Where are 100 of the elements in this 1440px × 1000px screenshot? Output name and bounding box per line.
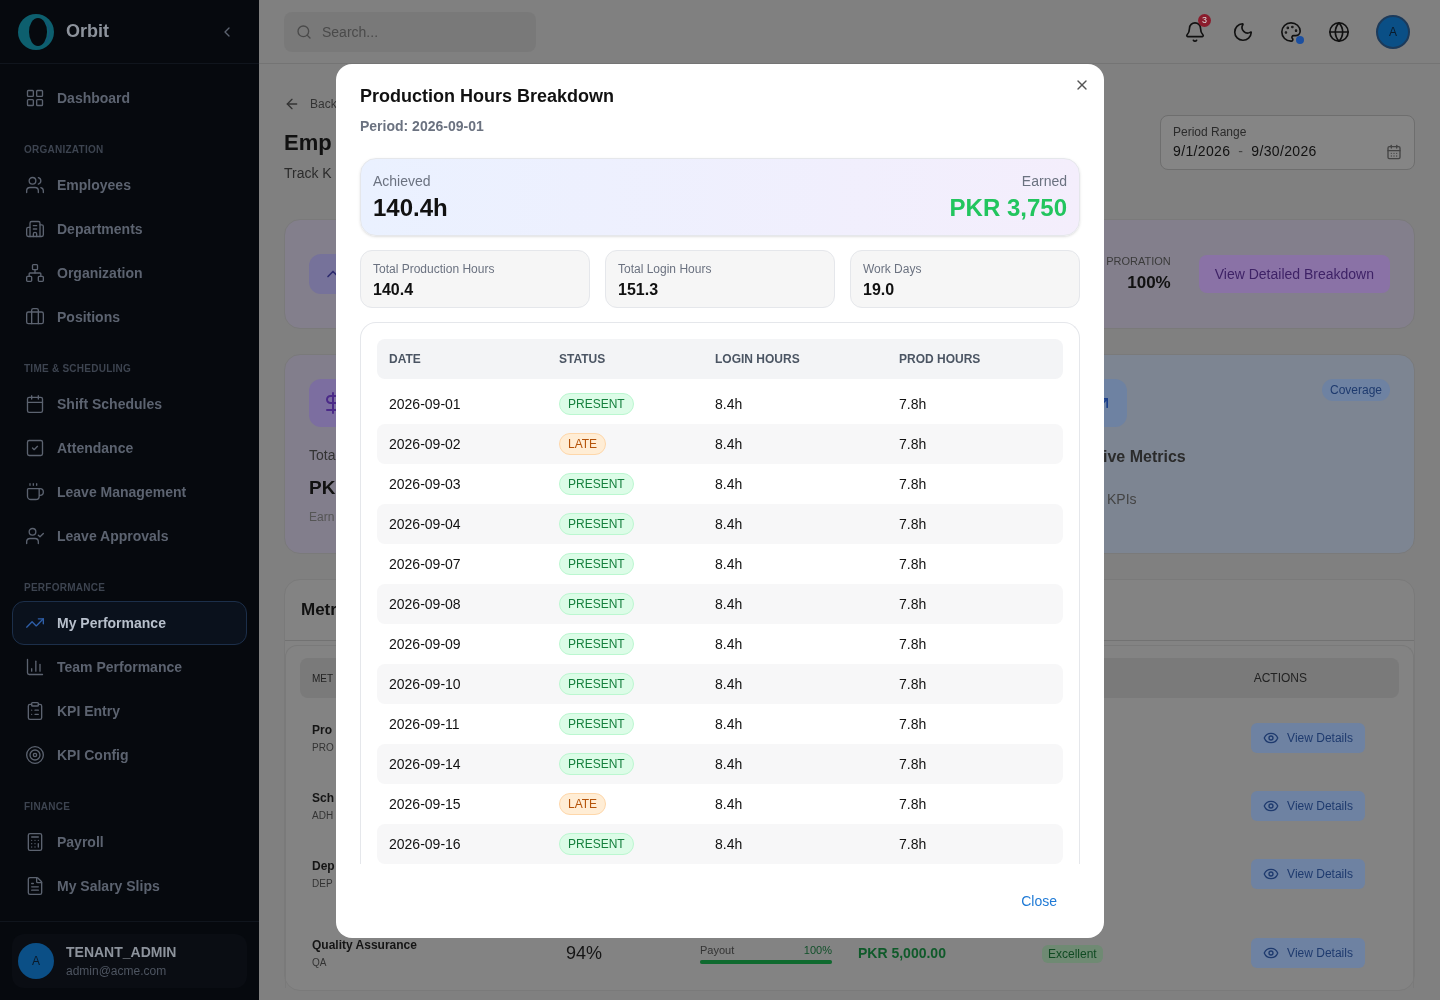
checkbox-icon bbox=[25, 438, 45, 458]
view-details-button[interactable]: View Details bbox=[1251, 859, 1365, 889]
stat-value: 151.3 bbox=[618, 280, 660, 300]
status-tag: LATE bbox=[559, 433, 607, 455]
status-tag: LATE bbox=[559, 793, 607, 815]
nav-item[interactable]: KPI Entry bbox=[12, 689, 247, 733]
clipboard-icon bbox=[25, 701, 45, 721]
nav-item[interactable]: Departments bbox=[12, 207, 247, 251]
date-cell-text: 2026-09-02 bbox=[389, 434, 462, 454]
login-hours-cell-text: 8.4h bbox=[715, 474, 744, 494]
grid-icon bbox=[25, 88, 45, 108]
date-cell-text: 2026-09-07 bbox=[389, 554, 462, 574]
nav-item[interactable]: My Salary Slips bbox=[12, 864, 247, 908]
user-name: TENANT_ADMIN bbox=[66, 943, 177, 962]
user-avatar: A bbox=[18, 943, 54, 979]
date-cell-text: 2026-09-11 bbox=[389, 714, 461, 734]
metric-name: Quality Assurance bbox=[312, 937, 417, 954]
back-link[interactable]: Back bbox=[284, 95, 337, 113]
nav-item[interactable]: Shift Schedules bbox=[12, 382, 247, 426]
column-header: STATUS bbox=[559, 351, 607, 368]
prod-hours-cell-text: 7.8h bbox=[899, 674, 928, 694]
prod-hours-cell-text: 7.8h bbox=[899, 474, 928, 494]
nav-item[interactable]: Payroll bbox=[12, 820, 247, 864]
login-hours-cell-text: 8.4h bbox=[715, 394, 744, 414]
status-tag: PRESENT bbox=[559, 513, 634, 535]
date-cell-text: 2026-09-16 bbox=[389, 834, 462, 854]
nav-item[interactable]: Employees bbox=[12, 163, 247, 207]
prod-hours-cell-text: 7.8h bbox=[899, 394, 928, 414]
calendar-icon bbox=[1386, 143, 1402, 160]
nav-item[interactable]: Leave Approvals bbox=[12, 514, 247, 558]
payout-percent: 100% bbox=[803, 942, 832, 958]
prod-hours-cell-text: 7.8h bbox=[899, 794, 928, 814]
column-header: MET bbox=[312, 671, 334, 686]
user-email: admin@acme.com bbox=[66, 963, 168, 980]
proration-value: 100% bbox=[1127, 271, 1171, 294]
avatar-button[interactable]: A bbox=[1376, 14, 1410, 49]
date-cell-text: 2026-09-15 bbox=[389, 794, 462, 814]
nav-item[interactable]: Attendance bbox=[12, 426, 247, 470]
bar-chart-icon bbox=[25, 657, 45, 677]
nav-item[interactable]: Organization bbox=[12, 251, 247, 295]
earnings-value: PK bbox=[309, 476, 336, 500]
metrics-title: ive Metrics bbox=[1103, 447, 1186, 467]
notification-badge: 3 bbox=[1198, 13, 1211, 27]
column-header: ACTIONS bbox=[1253, 670, 1307, 687]
prod-hours-cell-text: 7.8h bbox=[899, 434, 928, 454]
date-separator: - bbox=[1238, 142, 1244, 161]
date-cell-text: 2026-09-08 bbox=[389, 594, 462, 614]
nav-item[interactable]: Leave Management bbox=[12, 470, 247, 514]
nav-item[interactable]: Positions bbox=[12, 295, 247, 339]
dialog-title: Production Hours Breakdown bbox=[360, 85, 616, 108]
nav-item[interactable]: Team Performance bbox=[12, 645, 247, 689]
nav-item[interactable]: My Performance bbox=[12, 601, 247, 645]
cup-icon bbox=[25, 482, 45, 502]
calendar-icon bbox=[25, 394, 45, 414]
metric-name: Pro bbox=[312, 722, 332, 739]
users-icon bbox=[25, 175, 45, 195]
end-date: 9/30/2026 bbox=[1251, 142, 1317, 161]
metric-score: 94% bbox=[566, 942, 603, 963]
payout-label: Payout bbox=[700, 942, 735, 958]
search-icon bbox=[296, 23, 312, 40]
theme-button[interactable] bbox=[1280, 20, 1304, 44]
metrics-caption: KPIs bbox=[1107, 490, 1138, 509]
prod-hours-cell-text: 7.8h bbox=[899, 754, 928, 774]
notifications-button[interactable]: 3 bbox=[1184, 13, 1211, 43]
coverage-tag: Coverage bbox=[1321, 379, 1390, 401]
eye-icon bbox=[1263, 945, 1280, 961]
user-card[interactable]: A TENANT_ADMIN admin@acme.com bbox=[12, 934, 247, 988]
user-check-icon bbox=[25, 526, 45, 546]
nav-item[interactable]: Dashboard bbox=[12, 76, 247, 120]
status-tag: PRESENT bbox=[559, 753, 634, 775]
dialog-period: Period: 2026-09-01 bbox=[360, 117, 485, 136]
metric-code: QA bbox=[312, 956, 327, 970]
nav-item[interactable]: KPI Config bbox=[12, 733, 247, 777]
section-heading: FINANCE bbox=[23, 800, 72, 814]
prod-hours-cell-text: 7.8h bbox=[899, 514, 928, 534]
status-tag: PRESENT bbox=[559, 553, 634, 575]
document-icon bbox=[25, 876, 45, 896]
achieved-value: 140.4h bbox=[373, 193, 448, 223]
hierarchy-icon bbox=[25, 263, 45, 283]
date-cell-text: 2026-09-03 bbox=[389, 474, 462, 494]
detailed-breakdown-button[interactable]: View Detailed Breakdown bbox=[1198, 255, 1390, 293]
section-heading: ORGANIZATION bbox=[23, 143, 105, 157]
achieved-label: Achieved bbox=[373, 172, 432, 191]
status-tag: PRESENT bbox=[559, 393, 634, 415]
period-range-field[interactable]: Period Range 9/1/2026 - 9/30/2026 bbox=[1160, 115, 1415, 170]
stat-value: 19.0 bbox=[863, 280, 896, 300]
proration-label: PRORATION bbox=[1106, 254, 1171, 269]
language-icon[interactable] bbox=[1328, 20, 1350, 43]
view-details-button[interactable]: View Details bbox=[1251, 723, 1365, 753]
dark-mode-icon[interactable] bbox=[1232, 20, 1254, 43]
date-cell-text: 2026-09-09 bbox=[389, 634, 462, 654]
view-details-button[interactable]: View Details bbox=[1251, 791, 1365, 821]
status-tag: PRESENT bbox=[559, 473, 634, 495]
status-tag: PRESENT bbox=[559, 673, 634, 695]
close-button[interactable]: Close bbox=[1021, 891, 1057, 912]
stat-value: 140.4 bbox=[373, 280, 415, 300]
table-title: Metr bbox=[301, 599, 337, 622]
rating-tag: Excellent bbox=[1042, 945, 1103, 963]
earned-label: Earned bbox=[1021, 172, 1067, 191]
view-details-button[interactable]: View Details bbox=[1251, 938, 1365, 968]
